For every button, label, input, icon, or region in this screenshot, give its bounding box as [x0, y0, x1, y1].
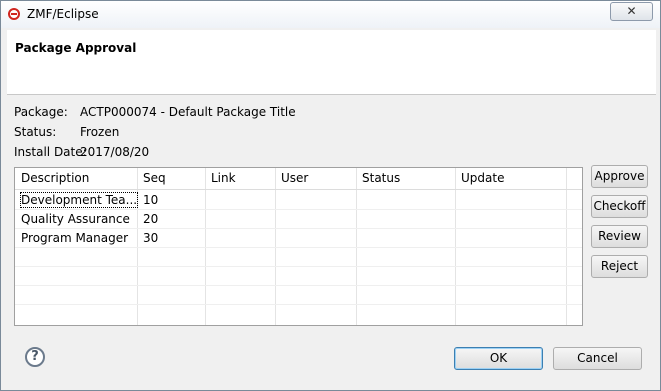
title-bar: ZMF/Eclipse ✕ — [1, 1, 660, 28]
cancel-button[interactable]: Cancel — [553, 347, 642, 370]
cell-description[interactable]: Program Manager — [21, 231, 128, 245]
column-header-user[interactable]: User — [281, 171, 308, 185]
review-button[interactable]: Review — [591, 225, 648, 248]
install-date-value: 2017/08/20 — [80, 145, 150, 159]
checkoff-button[interactable]: Checkoff — [591, 195, 648, 218]
cell-seq[interactable]: 20 — [143, 212, 158, 226]
package-value: ACTP000074 - Default Package Title — [80, 105, 296, 119]
approve-button[interactable]: Approve — [591, 165, 648, 188]
install-date-label: Install Date: — [14, 145, 87, 159]
approval-table[interactable]: Description Seq Link User Status Update … — [14, 167, 583, 326]
column-header-status[interactable]: Status — [362, 171, 400, 185]
package-label: Package: — [14, 105, 68, 119]
column-header-seq[interactable]: Seq — [143, 171, 166, 185]
app-icon — [8, 8, 20, 20]
row-divider — [15, 304, 582, 305]
row-divider — [15, 228, 582, 229]
column-header-description[interactable]: Description — [21, 171, 89, 185]
dialog-header: Package Approval — [7, 30, 656, 95]
close-icon: ✕ — [626, 4, 637, 18]
cell-seq[interactable]: 30 — [143, 231, 158, 245]
row-divider — [15, 266, 582, 267]
row-divider — [15, 247, 582, 248]
ok-button[interactable]: OK — [454, 347, 543, 370]
status-label: Status: — [14, 125, 57, 139]
cell-description[interactable]: Quality Assurance — [21, 212, 130, 226]
reject-button[interactable]: Reject — [591, 255, 648, 278]
table-header: Description Seq Link User Status Update — [15, 168, 582, 190]
page-title: Package Approval — [15, 41, 137, 55]
row-divider — [15, 209, 582, 210]
dialog-window: ZMF/Eclipse ✕ Package Approval Package: … — [0, 0, 661, 391]
help-icon[interactable]: ? — [25, 347, 45, 367]
row-divider — [15, 285, 582, 286]
status-value: Frozen — [80, 125, 120, 139]
column-header-update[interactable]: Update — [461, 171, 504, 185]
window-title: ZMF/Eclipse — [27, 7, 99, 21]
close-button[interactable]: ✕ — [610, 2, 653, 21]
column-header-link[interactable]: Link — [211, 171, 236, 185]
cell-seq[interactable]: 10 — [143, 193, 158, 207]
cell-description[interactable]: Development Tea... — [19, 192, 139, 208]
